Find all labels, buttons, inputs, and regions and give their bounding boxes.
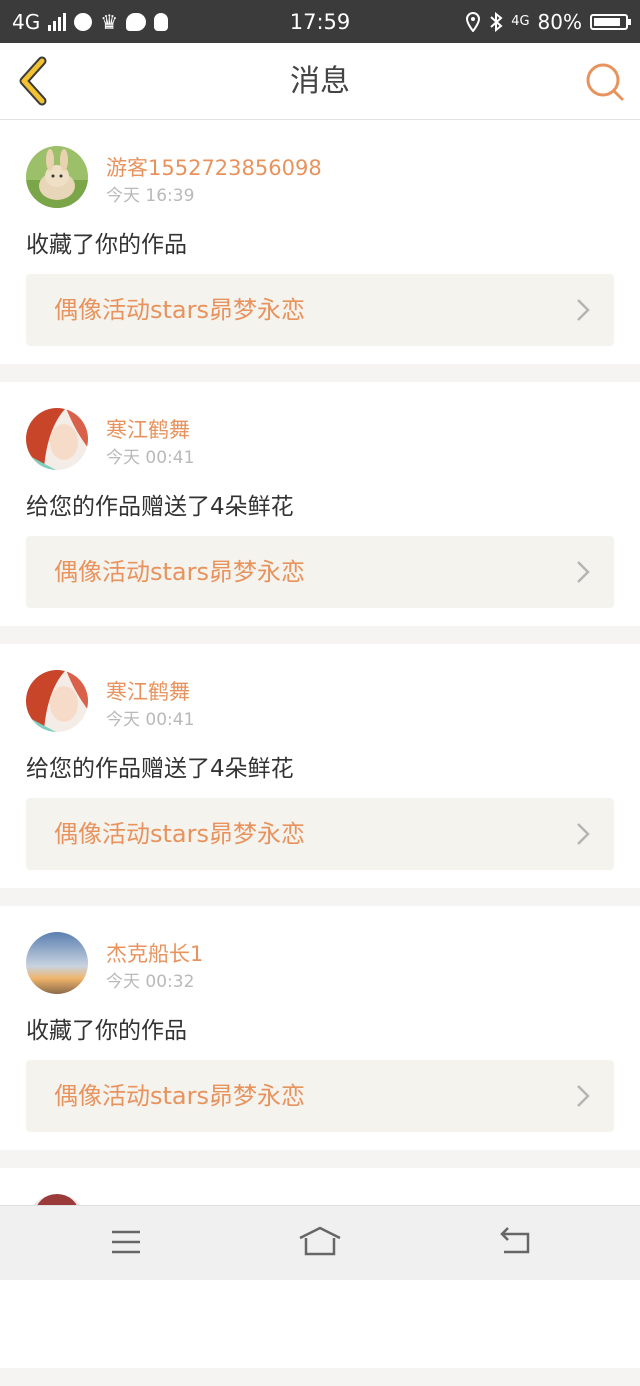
network-4g-icon: 4G xyxy=(511,14,530,29)
timestamp: 今天 00:41 xyxy=(106,448,195,468)
work-title: 偶像活动stars昴梦永恋 xyxy=(54,558,305,586)
list-item: 杰克船长1 今天 00:32 收藏了你的作品 偶像活动stars昴梦永恋 xyxy=(0,906,640,1150)
message-list: 游客1552723856098 今天 16:39 收藏了你的作品 偶像活动sta… xyxy=(0,120,640,1386)
work-title: 偶像活动stars昴梦永恋 xyxy=(54,1082,305,1110)
location-icon xyxy=(466,11,481,32)
menu-button[interactable] xyxy=(106,1224,146,1260)
status-left: 4G ♛ xyxy=(12,9,169,34)
message-text: 给您的作品赠送了4朵鲜花 xyxy=(26,494,294,520)
battery-label: 80% xyxy=(537,9,582,34)
network-label: 4G xyxy=(12,9,41,34)
work-link[interactable]: 偶像活动stars昴梦永恋 xyxy=(26,1060,614,1132)
chevron-right-icon xyxy=(577,299,590,321)
avatar[interactable] xyxy=(26,146,88,208)
menu-icon xyxy=(112,1230,140,1254)
app-icon xyxy=(74,12,93,31)
crown-icon: ♛ xyxy=(100,9,119,34)
home-icon xyxy=(299,1226,341,1256)
work-link[interactable]: 偶像活动stars昴梦永恋 xyxy=(26,536,614,608)
avatar[interactable] xyxy=(26,932,88,994)
username[interactable]: 寒江鹤舞 xyxy=(106,414,190,444)
qq-icon xyxy=(154,12,169,31)
timestamp: 今天 00:41 xyxy=(106,710,195,730)
header: 消息 xyxy=(0,43,640,120)
avatar[interactable] xyxy=(26,408,88,470)
work-title: 偶像活动stars昴梦永恋 xyxy=(54,296,305,324)
search-button[interactable] xyxy=(584,61,626,103)
list-item: 寒江鹤舞 今天 00:41 给您的作品赠送了4朵鲜花 偶像活动stars昴梦永恋 xyxy=(0,644,640,888)
chevron-right-icon xyxy=(577,561,590,583)
list-item: 寒江鹤舞 今天 00:41 给您的作品赠送了4朵鲜花 偶像活动stars昴梦永恋 xyxy=(0,382,640,626)
timestamp: 今天 00:32 xyxy=(106,972,195,992)
signal-icon xyxy=(48,12,67,31)
work-link[interactable]: 偶像活动stars昴梦永恋 xyxy=(26,798,614,870)
message-text: 给您的作品赠送了4朵鲜花 xyxy=(26,756,294,782)
list-item: 游客1552723856098 今天 16:39 收藏了你的作品 偶像活动sta… xyxy=(0,120,640,364)
message-text: 收藏了你的作品 xyxy=(26,232,187,258)
search-icon xyxy=(586,63,624,101)
system-nav-bar xyxy=(0,1205,640,1280)
avatar[interactable] xyxy=(26,670,88,732)
status-right: 4G 80% xyxy=(465,9,631,34)
username[interactable]: 杰克船长1 xyxy=(106,938,203,968)
back-nav-button[interactable] xyxy=(496,1224,536,1260)
battery-icon xyxy=(590,13,631,30)
username[interactable]: 游客1552723856098 xyxy=(106,152,322,182)
chevron-right-icon xyxy=(577,823,590,845)
chevron-right-icon xyxy=(577,1085,590,1107)
work-title: 偶像活动stars昴梦永恋 xyxy=(54,820,305,848)
back-icon xyxy=(500,1227,530,1254)
bluetooth-icon xyxy=(490,11,503,32)
username[interactable]: 寒江鹤舞 xyxy=(106,676,190,706)
page-title: 消息 xyxy=(290,64,350,99)
timestamp: 今天 16:39 xyxy=(106,186,195,206)
message-text: 收藏了你的作品 xyxy=(26,1018,187,1044)
wechat-icon xyxy=(126,12,147,31)
home-button[interactable] xyxy=(298,1224,342,1260)
work-link[interactable]: 偶像活动stars昴梦永恋 xyxy=(26,274,614,346)
status-bar: 4G ♛ 17:59 4G 80% xyxy=(0,0,640,43)
